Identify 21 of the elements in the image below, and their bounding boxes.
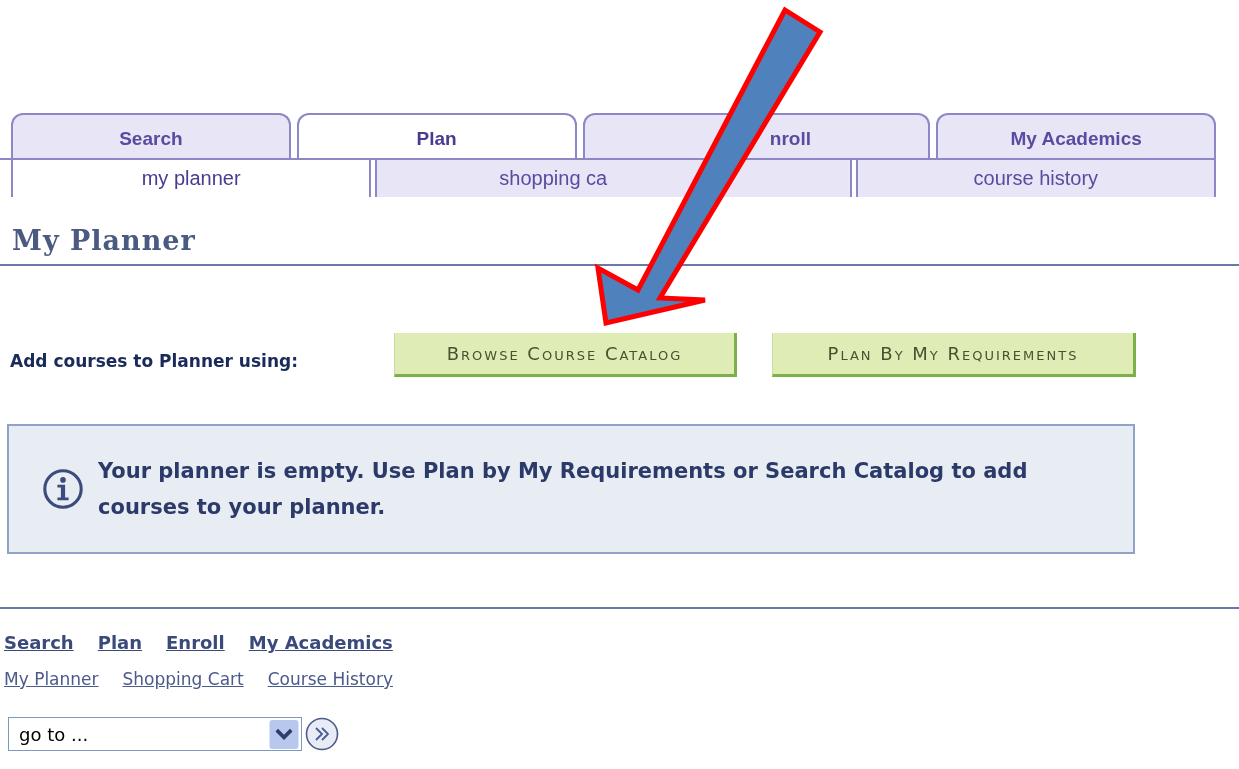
nav-link[interactable]: My Planner	[4, 669, 99, 689]
nav-link[interactable]: Shopping Cart	[122, 669, 244, 689]
tab[interactable]: Plan	[296, 113, 577, 158]
go-button[interactable]	[305, 717, 339, 751]
tab[interactable]: Search	[11, 113, 291, 158]
info-message: Your planner is empty. Use Plan by My Requirements or Search Catalog to add courses to your planner.	[98, 458, 1029, 521]
nav-link[interactable]: Plan	[97, 632, 142, 653]
nav-link[interactable]: Course History	[267, 669, 393, 689]
action-button[interactable]: Browse Course Catalog	[394, 333, 737, 377]
tab[interactable]: My Academics	[936, 113, 1216, 158]
subtab[interactable]: shopping ca	[375, 160, 852, 197]
subtab[interactable]: course history	[855, 160, 1216, 197]
subtab[interactable]: my planner	[11, 160, 372, 197]
action-button[interactable]: Plan By My Requirements	[772, 333, 1136, 377]
info-icon	[42, 468, 84, 510]
go-to-dropdown[interactable]: go to ...	[8, 717, 302, 751]
nav-link[interactable]: Search	[4, 632, 74, 653]
nav-link[interactable]: My Academics	[248, 632, 393, 653]
caret-icon	[269, 719, 299, 749]
nav-link[interactable]: Enroll	[166, 632, 225, 653]
add-courses-label: Add courses to Planner using:	[10, 350, 299, 371]
